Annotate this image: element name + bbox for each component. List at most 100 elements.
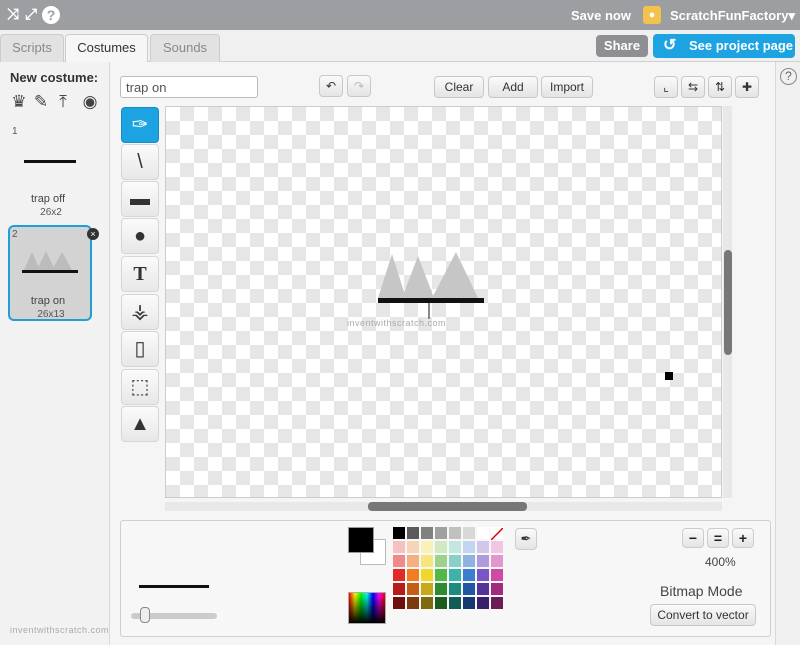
color-swatch[interactable] [393,555,405,567]
color-swatch[interactable] [449,527,461,539]
color-swatch[interactable] [421,597,433,609]
select-icon[interactable]: ⬚ [121,369,159,405]
color-swatch[interactable] [490,527,504,541]
color-swatch[interactable] [407,583,419,595]
collapse-icon[interactable]: ⤨ [4,6,22,24]
color-swatch[interactable] [449,597,461,609]
color-swatch[interactable] [407,569,419,581]
user-icon[interactable]: ● [643,6,661,24]
set-center-icon[interactable]: ✚ [735,76,759,98]
color-swatch[interactable] [421,555,433,567]
costume-index: 1 [12,126,18,137]
color-swatch[interactable] [491,555,503,567]
color-swatch[interactable] [421,541,433,553]
fill-icon[interactable]: ⚶ [121,294,159,330]
eyedropper-icon[interactable]: ✒ [515,528,537,550]
import-button[interactable]: Import [541,76,593,98]
color-swatch[interactable] [435,569,447,581]
clear-button[interactable]: Clear [434,76,484,98]
username-menu[interactable]: ScratchFunFactory▾ [670,8,795,24]
text-icon[interactable]: T [121,256,159,292]
brush-icon[interactable]: ✑ [121,107,159,143]
choose-from-library-icon[interactable]: ♛ [9,92,29,112]
costume-name: trap off [30,193,66,205]
color-swatch[interactable] [393,583,405,595]
eraser-icon[interactable]: ▯ [121,331,159,367]
help-icon[interactable]: ? [780,68,797,85]
color-swatch[interactable] [435,527,447,539]
color-swatch[interactable] [449,583,461,595]
upload-icon[interactable]: ⤒ [53,92,73,112]
color-swatch[interactable] [491,541,503,553]
redo-icon[interactable]: ↷ [347,75,371,97]
color-swatch[interactable] [477,583,489,595]
line-icon[interactable]: \ [121,144,159,180]
vertical-scroll-thumb[interactable] [724,250,732,355]
costume-thumbnail [22,251,78,273]
color-swatch[interactable] [449,555,461,567]
color-swatch[interactable] [477,569,489,581]
share-button[interactable]: Share [596,35,648,57]
delete-costume-icon[interactable]: × [87,228,99,240]
stamp-icon[interactable]: ▲ [121,406,159,442]
color-swatch[interactable] [463,597,475,609]
color-palette[interactable] [393,527,504,609]
ellipse-icon[interactable]: ● [121,218,159,254]
color-swatch[interactable] [491,583,503,595]
color-swatch[interactable] [407,527,419,539]
color-swatch[interactable] [393,527,405,539]
color-swatch[interactable] [463,583,475,595]
color-spectrum-button[interactable] [348,592,386,624]
color-swatch[interactable] [393,569,405,581]
costume-item-1[interactable] [6,124,92,220]
color-swatch[interactable] [435,541,447,553]
help-icon[interactable]: ? [42,6,60,24]
color-swatch[interactable] [491,569,503,581]
color-swatch[interactable] [463,555,475,567]
color-swatch[interactable] [407,555,419,567]
color-swatch[interactable] [407,597,419,609]
color-swatch[interactable] [463,569,475,581]
color-swatch[interactable] [491,597,503,609]
convert-to-vector-button[interactable]: Convert to vector [650,604,756,626]
zoom-reset-icon[interactable]: = [707,528,729,548]
undo-icon[interactable]: ↶ [319,75,343,97]
color-swatch[interactable] [477,541,489,553]
camera-icon[interactable]: ◉ [80,92,100,112]
tab-scripts[interactable]: Scripts [0,34,64,62]
color-swatch[interactable] [477,555,489,567]
color-swatch[interactable] [477,597,489,609]
save-now-link[interactable]: Save now [571,8,631,23]
add-button[interactable]: Add [488,76,538,98]
color-swatch[interactable] [421,527,433,539]
color-swatch[interactable] [393,597,405,609]
color-swatch[interactable] [435,597,447,609]
tab-sounds[interactable]: Sounds [150,34,220,62]
color-swatch[interactable] [435,555,447,567]
see-project-page-button[interactable]: ↺ See project page [653,34,795,58]
color-swatch[interactable] [463,541,475,553]
color-swatch[interactable] [477,527,489,539]
zoom-in-icon[interactable]: + [732,528,754,548]
fullscreen-icon[interactable]: ⤢ [22,6,40,24]
paint-new-icon[interactable]: ✎ [31,92,51,112]
primary-color-swatch[interactable] [348,527,374,553]
zoom-out-icon[interactable]: − [682,528,704,548]
color-swatch[interactable] [449,569,461,581]
stroke-width-slider-thumb[interactable] [140,607,150,623]
flip-horizontal-icon[interactable]: ⇆ [681,76,705,98]
color-swatch[interactable] [463,527,475,539]
color-swatch[interactable] [393,541,405,553]
costume-name-input[interactable] [120,76,258,98]
color-swatch[interactable] [435,583,447,595]
color-swatch[interactable] [407,541,419,553]
flip-vertical-icon[interactable]: ⇅ [708,76,732,98]
crop-icon[interactable]: ⌞ [654,76,678,98]
color-swatch[interactable] [421,569,433,581]
color-swatch[interactable] [449,541,461,553]
color-swatch[interactable] [421,583,433,595]
tab-costumes[interactable]: Costumes [65,34,148,63]
costume-size: 26x2 [40,207,62,218]
rectangle-icon[interactable]: ▬ [121,181,159,217]
horizontal-scroll-thumb[interactable] [368,502,527,511]
